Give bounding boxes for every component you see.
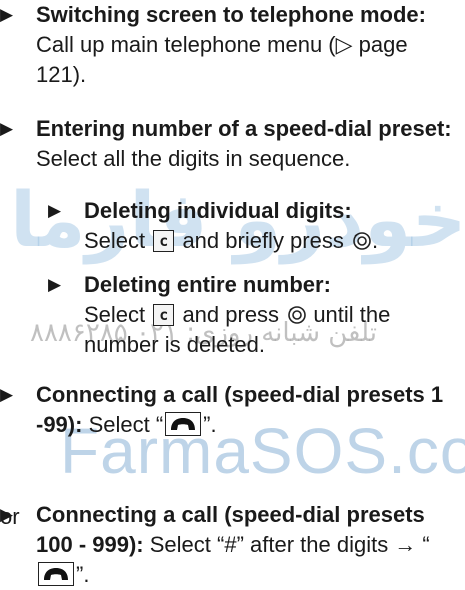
list-item-body-pre: Select “ [88,412,164,437]
triangle-bullet-icon: ▶ [48,275,62,294]
list-item-body-pre: Select [84,302,146,327]
list-item-heading: Deleting individual digits: [84,198,352,223]
list-item-body-end: . [371,228,379,253]
triangle-bullet-icon: ▶ [0,385,14,404]
list-item-text: Connecting a call (speed-dial presets 1 … [36,380,456,440]
list-item-text: Deleting individual digits: Select c and… [84,196,464,256]
list-item-heading: Switching screen to telephone mode: [36,2,426,27]
triangle-bullet-icon: ▶ [0,119,14,138]
list-item-body-pre: Select “#” after the digits → “ [149,532,430,557]
list-item-body-end: ”. [203,412,217,437]
phone-handset-icon [38,562,74,586]
list-item-body-post: and press [182,302,280,327]
list-item-body: Select all the digits in sequence. [36,146,351,171]
list-item-text: Deleting entire number: Select c and pre… [84,270,464,360]
c-key: c [153,230,175,252]
phone-handset-icon [165,412,202,436]
list-item-text: Switching screen to telephone mode: Call… [36,0,456,90]
list-item-body-end: ”. [76,562,90,587]
list-item-body-post: and briefly press [182,228,344,253]
list-item-body-pre: Select [84,228,146,253]
watermark-brand: FarmaSOS.com [60,415,465,487]
list-item-body: Call up main telephone menu (▷ page 121)… [36,32,408,87]
list-item-text: Entering number of a speed-dial preset: … [36,114,461,174]
list-item-heading: Entering number of a speed-dial preset: [36,116,452,141]
triangle-bullet-icon: ▶ [48,201,62,220]
list-item-text: Connecting a call (speed-dial presets 10… [36,500,456,590]
triangle-bullet-icon: ▶ [0,5,14,24]
list-item-heading: Deleting entire number: [84,272,331,297]
c-key: c [153,304,175,326]
rotary-knob-icon [353,232,371,250]
rotary-knob-icon [288,306,306,324]
triangle-bullet-icon: ▶ [0,505,14,524]
